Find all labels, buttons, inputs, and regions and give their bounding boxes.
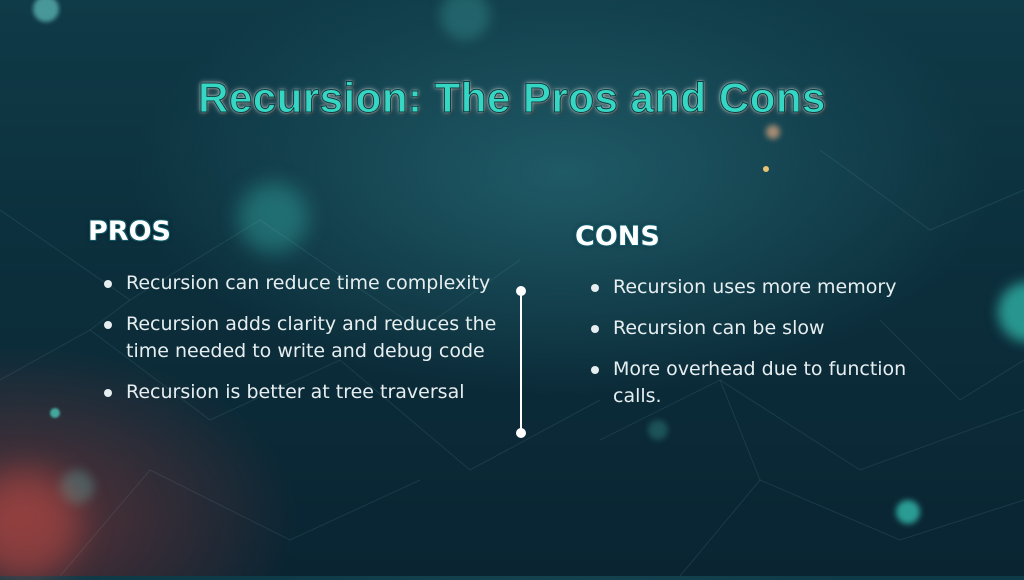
- background-glow: [60, 470, 94, 504]
- background-glow: [763, 166, 769, 172]
- cons-list: Recursion uses more memory Recursion can…: [591, 274, 951, 424]
- column-divider: [516, 286, 526, 438]
- background-glow: [50, 408, 60, 418]
- bullet-icon: [591, 325, 599, 333]
- cons-item: Recursion can be slow: [591, 315, 951, 342]
- cons-item: Recursion uses more memory: [591, 274, 951, 301]
- background-glow: [238, 183, 308, 253]
- cons-heading: CONS: [575, 221, 660, 252]
- bullet-icon: [104, 389, 112, 397]
- pros-heading: PROS: [88, 216, 171, 247]
- pros-item-text: Recursion adds clarity and reduces the t…: [126, 313, 497, 362]
- bullet-icon: [591, 284, 599, 292]
- pros-item-text: Recursion can reduce time complexity: [126, 272, 491, 294]
- divider-end-dot: [516, 286, 526, 296]
- background-glow: [998, 282, 1024, 342]
- cons-item-text: Recursion uses more memory: [613, 276, 897, 298]
- cons-item-text: More overhead due to function calls.: [613, 358, 907, 407]
- bullet-icon: [591, 366, 599, 374]
- background-glow: [766, 125, 780, 139]
- cons-item: More overhead due to function calls.: [591, 356, 951, 410]
- divider-line: [520, 290, 522, 434]
- background-glow: [440, 0, 490, 40]
- pros-item: Recursion adds clarity and reduces the t…: [104, 311, 504, 365]
- bullet-icon: [104, 321, 112, 329]
- pros-item: Recursion can reduce time complexity: [104, 270, 504, 297]
- slide-title: Recursion: The Pros and Cons: [198, 74, 826, 122]
- background-glow: [33, 0, 59, 22]
- bullet-icon: [104, 280, 112, 288]
- background-glow: [896, 500, 920, 524]
- pros-list: Recursion can reduce time complexity Rec…: [104, 270, 504, 420]
- pros-item: Recursion is better at tree traversal: [104, 379, 504, 406]
- background-glow: [0, 470, 80, 580]
- divider-end-dot: [516, 428, 526, 438]
- cons-item-text: Recursion can be slow: [613, 317, 825, 339]
- pros-item-text: Recursion is better at tree traversal: [126, 381, 465, 403]
